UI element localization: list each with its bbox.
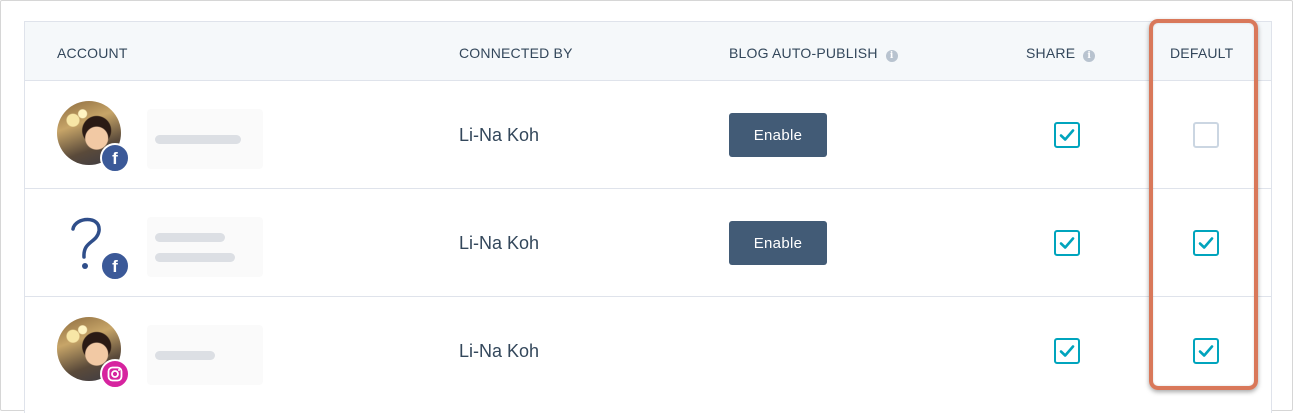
header-share: SHARE i bbox=[1026, 22, 1096, 80]
header-connected-by: CONNECTED BY bbox=[459, 45, 573, 61]
enable-button[interactable]: Enable bbox=[729, 221, 827, 265]
table-header: ACCOUNT CONNECTED BY BLOG AUTO-PUBLISH i … bbox=[25, 22, 1271, 81]
header-blog-auto-publish-label: BLOG AUTO-PUBLISH bbox=[729, 45, 878, 61]
default-checkbox[interactable] bbox=[1193, 230, 1219, 256]
header-account: ACCOUNT bbox=[57, 45, 128, 61]
account-name-redacted bbox=[147, 217, 263, 277]
share-checkbox[interactable] bbox=[1054, 122, 1080, 148]
instagram-icon bbox=[100, 359, 130, 389]
connected-by-value: Li-Na Koh bbox=[459, 341, 540, 361]
table-row: f Li-Na Koh Enable bbox=[25, 189, 1271, 297]
enable-button[interactable]: Enable bbox=[729, 113, 827, 157]
accounts-table: ACCOUNT CONNECTED BY BLOG AUTO-PUBLISH i … bbox=[24, 21, 1272, 413]
header-default: DEFAULT bbox=[1170, 45, 1234, 61]
account-avatar bbox=[57, 317, 135, 389]
connected-by-value: Li-Na Koh bbox=[459, 233, 540, 253]
account-name-redacted bbox=[147, 325, 263, 385]
table-row: f Li-Na Koh Enable bbox=[25, 81, 1271, 189]
share-checkbox[interactable] bbox=[1054, 230, 1080, 256]
header-share-label: SHARE bbox=[1026, 45, 1076, 61]
default-checkbox[interactable] bbox=[1193, 338, 1219, 364]
table-row: Li-Na Koh bbox=[25, 297, 1271, 405]
account-avatar: f bbox=[57, 101, 135, 173]
header-blog-auto-publish: BLOG AUTO-PUBLISH i bbox=[729, 22, 898, 80]
info-icon[interactable]: i bbox=[885, 50, 898, 62]
account-avatar: f bbox=[57, 209, 135, 281]
default-checkbox[interactable] bbox=[1193, 122, 1219, 148]
facebook-icon: f bbox=[100, 251, 130, 281]
facebook-icon: f bbox=[100, 143, 130, 173]
connected-by-value: Li-Na Koh bbox=[459, 125, 540, 145]
info-icon[interactable]: i bbox=[1083, 50, 1096, 62]
share-checkbox[interactable] bbox=[1054, 338, 1080, 364]
account-name-redacted bbox=[147, 109, 263, 169]
